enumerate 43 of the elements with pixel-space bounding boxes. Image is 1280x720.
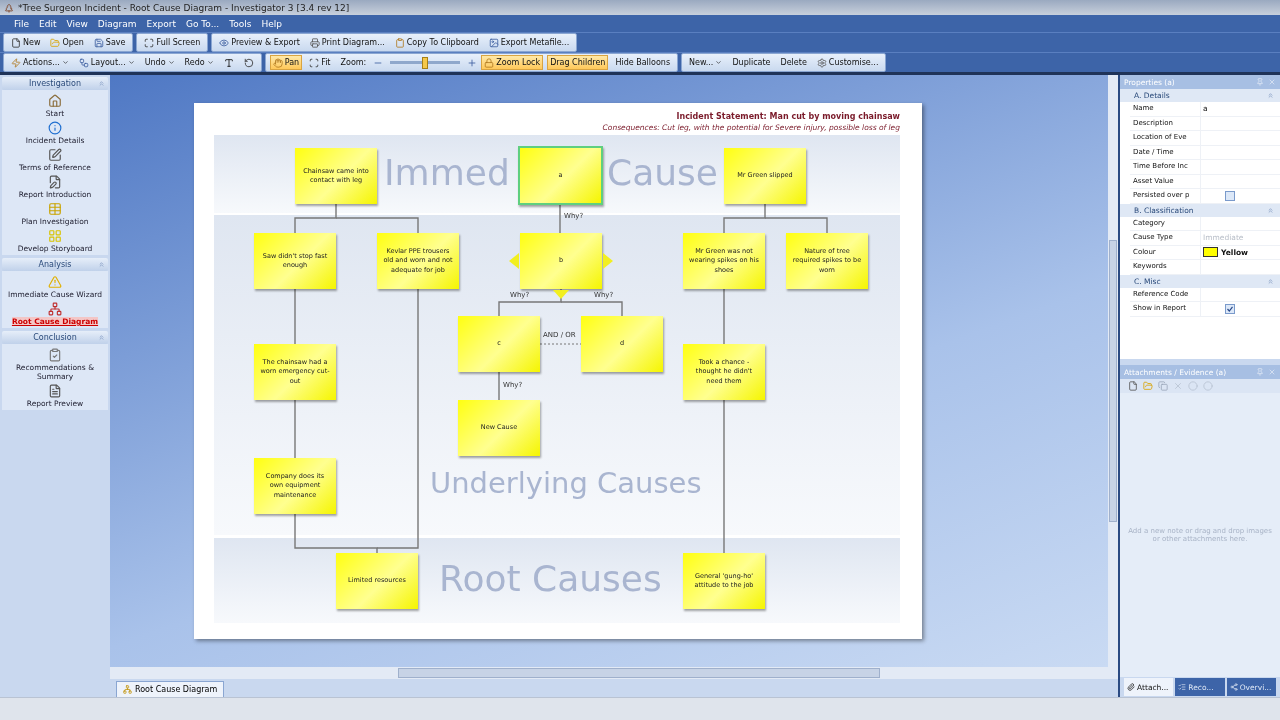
toolbar-button[interactable]: Export Metafile...: [485, 35, 573, 50]
menu-item[interactable]: Tools: [229, 18, 252, 29]
section-header[interactable]: Investigation: [2, 77, 108, 90]
toolbar-button[interactable]: New: [8, 35, 44, 50]
toolbar-button[interactable]: Copy To Clipboard: [391, 35, 482, 50]
section-title: Investigation: [29, 79, 81, 88]
toolbar-dropdown[interactable]: New...: [686, 55, 726, 70]
section-header[interactable]: Analysis: [2, 258, 108, 271]
tab-label: Root Cause Diagram: [135, 685, 218, 694]
toolbar-dropdown[interactable]: Layout...: [75, 55, 138, 70]
band-label: Root Causes: [439, 561, 662, 597]
band-label: Underlying Causes: [430, 469, 702, 498]
toolbar-dropdown[interactable]: Undo: [141, 55, 178, 70]
incident-statement: Incident Statement: Man cut by moving chainsaw: [676, 112, 900, 121]
toolbar-button[interactable]: Preview & Export: [216, 35, 303, 50]
menu-item[interactable]: Diagram: [97, 18, 137, 29]
toolbar-dropdown[interactable]: Actions...: [8, 55, 72, 70]
section-header[interactable]: Conclusion: [2, 331, 108, 344]
toolbar-button[interactable]: Hide Balloons: [612, 55, 674, 70]
menu-item[interactable]: View: [66, 18, 88, 29]
band-label: Immed: [384, 155, 510, 191]
toolbar-dropdown[interactable]: Redo: [181, 55, 217, 70]
toolbar-toggle[interactable]: Pan: [269, 55, 303, 70]
window-title: *Tree Surgeon Incident - Root Cause Diagram - Investigator 3 [3.4 rev 12]: [18, 2, 350, 13]
menu-item[interactable]: Export: [146, 18, 176, 29]
toolbar-button[interactable]: Fit: [306, 55, 334, 70]
section-title: Analysis: [38, 260, 72, 269]
toolbar-button[interactable]: Delete: [777, 55, 810, 70]
toolbar-toggle[interactable]: Zoom Lock: [481, 55, 544, 70]
toolbar-button[interactable]: Print Diagram...: [306, 35, 388, 50]
section-title: Conclusion: [33, 333, 77, 342]
toolbar-toggle[interactable]: Drag Children: [547, 55, 609, 70]
band-label: Cause: [607, 155, 718, 191]
document-tab[interactable]: Root Cause Diagram: [116, 681, 225, 697]
menu-item[interactable]: Help: [261, 18, 282, 29]
toolbar-button[interactable]: Duplicate: [729, 55, 774, 70]
toolbar-button[interactable]: Customise...: [813, 55, 882, 70]
zoom-label: Zoom:: [339, 57, 368, 69]
menu-item[interactable]: File: [14, 18, 30, 29]
menu-item[interactable]: Edit: [39, 18, 57, 29]
menu-item[interactable]: Go To...: [186, 18, 220, 29]
toolbar-button[interactable]: Save: [90, 35, 129, 50]
toolbar-button[interactable]: Open: [47, 35, 87, 50]
